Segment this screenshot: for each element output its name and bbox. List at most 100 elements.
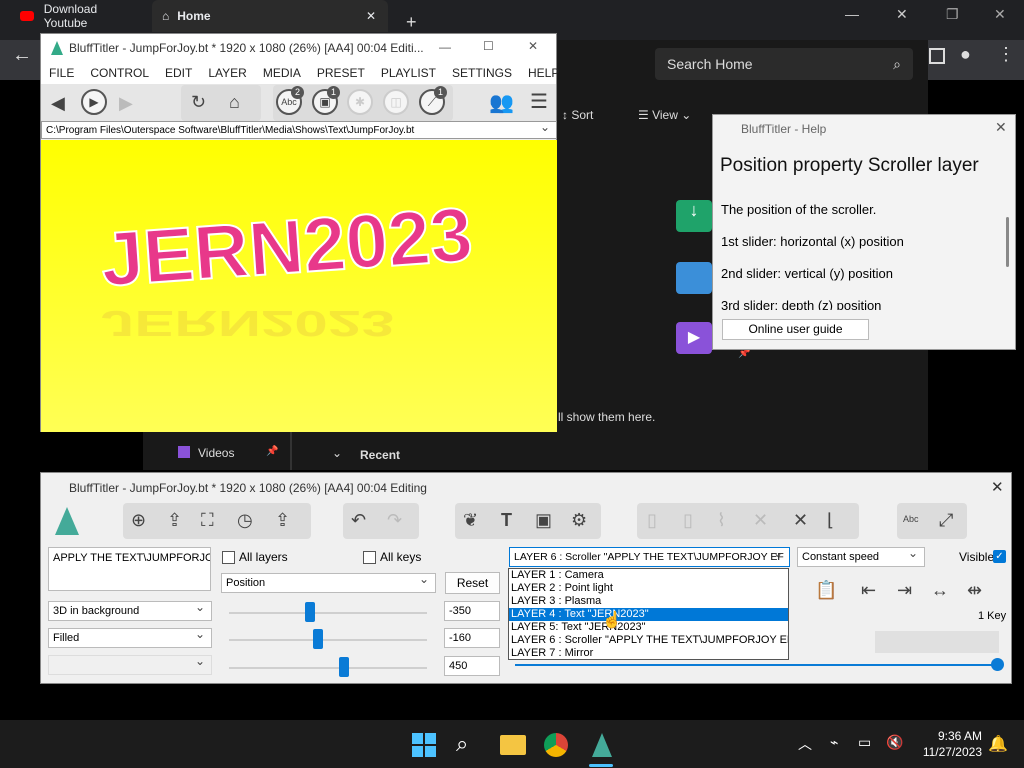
move-keys-icon[interactable]: ⇹ xyxy=(967,581,982,599)
text-layer-icon[interactable]: T xyxy=(501,511,512,529)
add-video-button[interactable]: ◫ xyxy=(383,89,409,115)
layer-option-selected[interactable]: LAYER 4 : Text "JERN2023" xyxy=(509,608,788,621)
first-key-icon[interactable]: ⇤ xyxy=(861,581,876,599)
undo-icon[interactable]: ↶ xyxy=(351,511,366,529)
sort-button[interactable]: ↕ Sort xyxy=(562,108,593,122)
scrollbar-thumb[interactable] xyxy=(1006,217,1009,267)
monitor-icon[interactable]: ▭ xyxy=(858,734,871,751)
timeline-track[interactable] xyxy=(515,664,997,666)
visible-checkbox[interactable]: ✓ xyxy=(993,550,1006,563)
close-icon[interactable]: ✕ xyxy=(528,39,538,53)
redo-icon[interactable]: ↷ xyxy=(387,511,402,529)
layer-option[interactable]: LAYER 3 : Plasma xyxy=(509,595,788,608)
slider-z-track[interactable] xyxy=(229,667,427,669)
chrome-tab-home[interactable]: ⌂ Home ✕ xyxy=(152,0,388,32)
profile-icon[interactable]: ● xyxy=(960,44,971,65)
slider-x-thumb[interactable] xyxy=(305,602,316,622)
all-layers-checkbox[interactable]: All layers xyxy=(222,550,288,565)
checkbox[interactable] xyxy=(222,551,235,565)
refresh-icon[interactable]: ↻ xyxy=(191,93,206,111)
step-forward-icon[interactable]: ▶ xyxy=(119,94,133,112)
minimize-icon[interactable]: — xyxy=(845,6,859,22)
layer-option[interactable]: LAYER 6 : Scroller "APPLY THE TEXT\JUMPF… xyxy=(509,634,788,647)
layer-select[interactable]: LAYER 6 : Scroller "APPLY THE TEXT\JUMPF… xyxy=(509,547,790,567)
slider-y-track[interactable] xyxy=(229,639,427,641)
menu-media[interactable]: MEDIA xyxy=(263,66,301,80)
clock-icon[interactable]: ◷ xyxy=(237,511,253,529)
downloads-folder-icon[interactable]: ↓ xyxy=(676,200,712,232)
unlink-icon[interactable]: ✕ xyxy=(753,511,768,529)
text-fit-icon[interactable]: Abc xyxy=(903,515,919,524)
sidebar-item-videos[interactable]: Videos xyxy=(198,446,234,460)
menu-layer[interactable]: LAYER xyxy=(208,66,246,80)
close-icon[interactable]: ✕ xyxy=(991,478,1004,496)
import-icon[interactable]: ⇪ xyxy=(275,511,290,529)
slider-x-track[interactable] xyxy=(229,612,427,614)
effects-icon[interactable]: ⚙ xyxy=(571,511,587,529)
menu-playlist[interactable]: PLAYLIST xyxy=(381,66,436,80)
back-arrow-icon[interactable]: ← xyxy=(12,44,32,67)
y-value-input[interactable]: -160 xyxy=(444,628,500,648)
search-icon[interactable]: ⌕ xyxy=(456,731,468,757)
close-icon[interactable]: ✕ xyxy=(995,119,1007,136)
close-icon[interactable]: ✕ xyxy=(366,9,376,23)
layer-text-input[interactable]: APPLY THE TEXT\JUMPFORJOY E xyxy=(48,547,211,591)
chevron-up-icon[interactable]: ︿ xyxy=(798,734,812,754)
pictures-folder-icon[interactable] xyxy=(676,262,712,294)
clock-time[interactable]: 9:36 AM xyxy=(920,729,982,743)
fullscreen-icon[interactable]: ⤢ xyxy=(939,511,953,529)
menu-file[interactable]: FILE xyxy=(49,66,74,80)
close-window-icon[interactable]: ✕ xyxy=(896,6,908,23)
explorer-search-input[interactable]: Search Home ⌕ xyxy=(655,48,913,80)
recent-section-header[interactable]: Recent xyxy=(360,448,400,462)
videos-folder-icon[interactable]: ▶ xyxy=(676,322,712,354)
delete-key-icon[interactable]: ✕ xyxy=(793,511,808,529)
layer-option[interactable]: LAYER 1 : Camera xyxy=(509,569,788,582)
hamburger-menu-icon[interactable]: ☰ xyxy=(530,92,548,112)
menu-help[interactable]: HELP xyxy=(528,66,559,80)
new-tab-button[interactable]: + xyxy=(406,12,417,33)
add-particle-button[interactable]: ✱ xyxy=(347,89,373,115)
checkbox[interactable] xyxy=(363,551,376,565)
chrome-icon[interactable] xyxy=(544,733,568,757)
reset-button[interactable]: Reset xyxy=(445,572,500,594)
view-button[interactable]: ☰ View ⌄ xyxy=(638,108,691,122)
restore-icon[interactable]: ❐ xyxy=(946,6,959,23)
menu-preset[interactable]: PRESET xyxy=(317,66,365,80)
slider-z-thumb[interactable] xyxy=(338,657,349,677)
layer-option[interactable]: LAYER 7 : Mirror xyxy=(509,647,788,660)
minimize-icon[interactable]: — xyxy=(439,40,451,54)
link-icon[interactable]: ⌇ xyxy=(717,511,726,529)
render-mode-select[interactable]: 3D in background xyxy=(48,601,212,621)
disabled-select[interactable] xyxy=(48,655,212,675)
maximize-icon[interactable]: ☐ xyxy=(483,39,494,53)
paste-key-icon[interactable]: 📋 xyxy=(815,581,837,599)
next-key-icon[interactable]: ⇥ xyxy=(897,581,912,599)
home-icon[interactable]: ⌂ xyxy=(229,93,240,111)
network-icon[interactable]: ⌁ xyxy=(830,734,838,751)
copy-icon[interactable]: ▯ xyxy=(647,511,657,529)
fill-mode-select[interactable]: Filled xyxy=(48,628,212,648)
show-path-select[interactable]: C:\Program Files\Outerspace Software\Blu… xyxy=(41,121,557,139)
timeline-thumb[interactable] xyxy=(991,658,1004,671)
chevron-down-icon[interactable]: ⌄ xyxy=(332,446,342,460)
volume-icon[interactable]: 🔇 xyxy=(886,734,903,751)
all-keys-checkbox[interactable]: All keys xyxy=(363,550,421,565)
crop-icon[interactable]: ⛶ xyxy=(201,511,214,529)
slider-y-thumb[interactable] xyxy=(313,629,324,649)
menu-edit[interactable]: EDIT xyxy=(165,66,192,80)
clock-date[interactable]: 11/27/2023 xyxy=(912,745,982,759)
x-value-input[interactable]: -350 xyxy=(444,601,500,621)
add-layer-icon[interactable]: ⊕ xyxy=(131,511,146,529)
start-icon[interactable] xyxy=(412,733,436,757)
file-explorer-icon[interactable] xyxy=(500,735,526,755)
shape-icon[interactable]: ❦ xyxy=(463,511,478,529)
open-folder-icon[interactable]: ⇪ xyxy=(167,511,182,529)
paste-icon[interactable]: ▯ xyxy=(683,511,693,529)
menu-settings[interactable]: SETTINGS xyxy=(452,66,512,80)
preview-canvas[interactable]: JERN2023 JERN2023 xyxy=(41,140,557,432)
z-value-input[interactable]: 450 xyxy=(444,656,500,676)
online-guide-button[interactable]: Online user guide xyxy=(722,319,869,340)
users-icon[interactable]: 👥 xyxy=(489,93,514,113)
chrome-tab-download[interactable]: Download Youtube xyxy=(20,0,142,32)
